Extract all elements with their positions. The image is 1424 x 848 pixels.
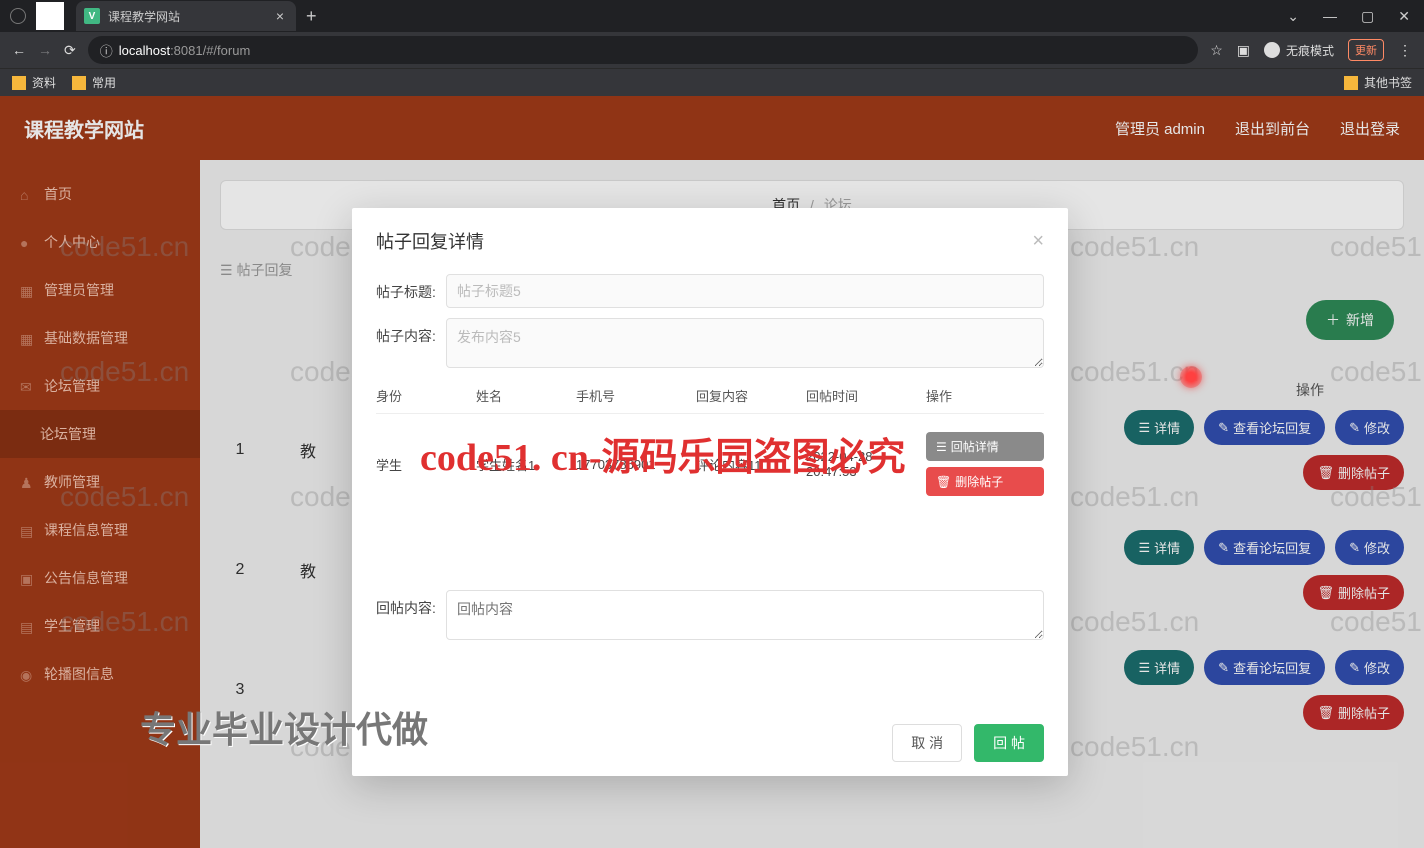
maximize-icon[interactable]: ▢ (1361, 8, 1374, 25)
browser-nav-bar: ← → ⟳ ⓘ localhost :8081/#/forum ☆ ▣ 无痕模式… (0, 32, 1424, 68)
reply-detail-modal: 帖子回复详情 × 帖子标题: 帖子内容: 身份 姓名 手机号 回复内容 回帖时间… (352, 208, 1068, 776)
other-bookmarks[interactable]: 其他书签 (1344, 74, 1412, 91)
reply-detail-button[interactable]: ☰回帖详情 (926, 432, 1044, 461)
new-tab-button[interactable]: + (306, 6, 317, 27)
title-label: 帖子标题: (376, 274, 446, 302)
chevron-down-icon[interactable]: ⌄ (1287, 8, 1299, 25)
trash-icon: 🗑 (936, 475, 951, 489)
bookmarks-bar: 资料 常用 其他书签 (0, 68, 1424, 96)
submit-reply-button[interactable]: 回 帖 (974, 724, 1044, 762)
reply-delete-button[interactable]: 🗑删除帖子 (926, 467, 1044, 496)
incognito-indicator[interactable]: 无痕模式 (1264, 42, 1334, 59)
close-icon[interactable]: × (1032, 230, 1044, 253)
post-title-input[interactable] (446, 274, 1044, 308)
cursor-highlight (1180, 366, 1202, 388)
modal-title: 帖子回复详情 (376, 228, 484, 254)
star-icon[interactable]: ☆ (1210, 42, 1223, 59)
panel-icon[interactable]: ▣ (1237, 42, 1250, 59)
incognito-icon (1264, 42, 1280, 58)
url-bar[interactable]: ⓘ localhost :8081/#/forum (88, 36, 1198, 64)
post-content-textarea[interactable] (446, 318, 1044, 368)
url-host: localhost (119, 43, 170, 58)
close-window-icon[interactable]: ✕ (1398, 8, 1410, 25)
reply-table: 身份 姓名 手机号 回复内容 回帖时间 操作 学生 学生姓名1 17703786… (376, 378, 1044, 514)
browser-tab[interactable]: V 课程教学网站 × (76, 1, 296, 31)
close-tab-icon[interactable]: × (276, 8, 284, 24)
reply-label: 回帖内容: (376, 590, 446, 640)
folder-icon (1344, 76, 1358, 90)
bookmark-folder-1[interactable]: 资料 (12, 74, 56, 91)
reply-row: 学生 学生姓名1 17703786901 评论内容11 2022-04-28 2… (376, 414, 1044, 514)
cancel-button[interactable]: 取 消 (892, 724, 962, 762)
inactive-tab-icon[interactable] (36, 2, 64, 30)
window-controls: ⌄ — ▢ ✕ (1287, 8, 1418, 25)
doc-icon: ☰ (936, 440, 947, 454)
update-button[interactable]: 更新 (1348, 39, 1384, 61)
forward-icon[interactable]: → (38, 42, 52, 58)
app-root: 课程教学网站 管理员 admin 退出到前台 退出登录 ⌂首页 ●个人中心 ▦管… (0, 96, 1424, 848)
minimize-icon[interactable]: — (1323, 8, 1337, 25)
watermark-project: 专业毕业设计代做 (140, 701, 428, 753)
content-label: 帖子内容: (376, 318, 446, 346)
bookmark-folder-2[interactable]: 常用 (72, 74, 116, 91)
folder-icon (12, 76, 26, 90)
menu-icon[interactable]: ⋮ (1398, 42, 1412, 59)
tab-title: 课程教学网站 (108, 8, 180, 25)
back-icon[interactable]: ← (12, 42, 26, 58)
vue-favicon: V (84, 8, 100, 24)
page-favicon (10, 8, 26, 24)
folder-icon (72, 76, 86, 90)
reply-textarea[interactable] (446, 590, 1044, 640)
url-path: :8081/#/forum (170, 43, 250, 58)
reload-icon[interactable]: ⟳ (64, 42, 76, 59)
browser-tab-bar: V 课程教学网站 × + ⌄ — ▢ ✕ (0, 0, 1424, 32)
site-info-icon[interactable]: ⓘ (100, 41, 113, 60)
